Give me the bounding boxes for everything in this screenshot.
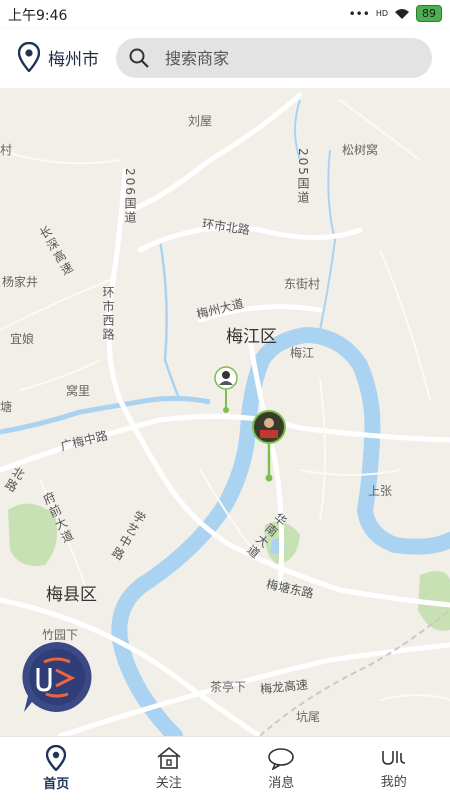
city-name: 梅州市 — [48, 49, 99, 70]
map-label-kengwei: 坑尾 — [296, 710, 321, 724]
tab-label: 消息 — [268, 776, 295, 791]
signal-icon: HD — [375, 9, 388, 18]
map-view[interactable]: 刘屋 松树窝 村 206国道 205国道 环市北路 东街村 长深高速 杨家井 梅… — [0, 88, 450, 736]
tab-profile[interactable]: 我的 — [338, 737, 450, 800]
map-label-meijiang-river: 梅江 — [290, 346, 315, 360]
floating-logo-button[interactable] — [20, 640, 94, 714]
dots-icon: ••• — [348, 6, 370, 21]
map-label-woli: 窝里 — [66, 384, 91, 398]
shop-icon — [157, 746, 181, 769]
city-selector[interactable]: 梅州市 — [18, 42, 99, 72]
status-icons: ••• HD 89 — [349, 5, 442, 22]
tab-label: 我的 — [380, 775, 407, 790]
search-input[interactable] — [165, 48, 395, 68]
battery-icon: 89 — [416, 5, 442, 22]
status-time: 上午9:46 — [8, 8, 68, 24]
search-bar[interactable] — [116, 38, 432, 78]
map-label-g205: 205国道 — [296, 148, 310, 205]
map-label-chatingxia: 茶亭下 — [210, 680, 247, 694]
map-label-songshuwo: 松树窝 — [342, 143, 379, 157]
tab-home[interactable]: 首页 — [0, 737, 113, 800]
map-label-dongjie: 东街村 — [284, 277, 321, 291]
map-label-huanshi-west: 环市西路 — [101, 286, 115, 342]
wifi-icon — [395, 8, 409, 19]
map-label-yiniang: 宜娘 — [10, 332, 35, 346]
map-label-tang: 塘 — [0, 400, 13, 414]
map-label-meixian-district: 梅县区 — [46, 585, 97, 605]
top-bar: 梅州市 — [0, 28, 450, 88]
bottom-tab-bar: 首页 关注 消息 我的 — [0, 736, 450, 800]
avatar-pin-icon — [214, 366, 238, 413]
map-label-yangjiajing: 杨家井 — [2, 275, 39, 289]
map-label-shangzhang: 上张 — [368, 484, 393, 498]
app-logo-icon — [22, 642, 92, 712]
map-label-g206: 206国道 — [123, 168, 137, 225]
map-label-cun: 村 — [0, 143, 13, 157]
tab-follow[interactable]: 关注 — [113, 737, 226, 800]
map-label-meijiang-district: 梅江区 — [226, 327, 277, 347]
chat-bubble-icon — [268, 748, 295, 770]
tab-messages[interactable]: 消息 — [225, 737, 338, 800]
avatar-pin-icon — [252, 410, 286, 482]
location-pin-icon — [18, 42, 40, 72]
profile-icon — [381, 751, 405, 765]
location-pin-icon — [46, 745, 67, 771]
tab-label: 首页 — [43, 777, 70, 792]
status-bar: 上午9:46 ••• HD 89 — [0, 0, 450, 28]
tab-label: 关注 — [155, 776, 182, 791]
search-icon — [129, 48, 149, 68]
map-label-liuwu: 刘屋 — [188, 114, 213, 128]
